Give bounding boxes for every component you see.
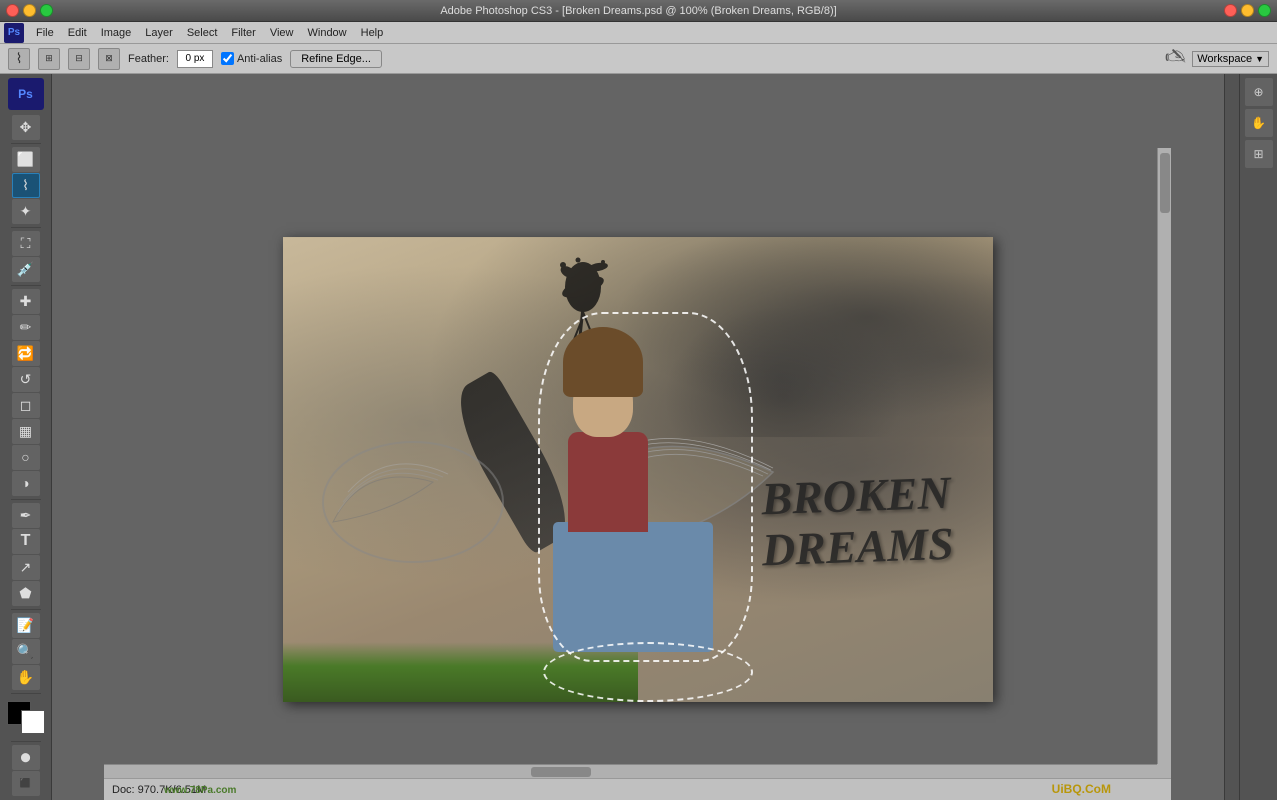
refine-edge-button[interactable]: Refine Edge... [290,50,382,68]
quick-mask-btn[interactable]: ⬤ [12,745,40,770]
win-max-button[interactable] [1258,4,1271,17]
lasso-options-icon[interactable]: ⌇ [8,48,30,70]
anti-alias-checkbox[interactable] [221,52,234,65]
win-min-button[interactable] [1241,4,1254,17]
menu-filter[interactable]: Filter [225,25,261,41]
anti-alias-label: Anti-alias [237,53,282,65]
toolbar-separator-2 [11,227,41,228]
win-close-button[interactable] [1224,4,1237,17]
toolbar-separator-5 [11,609,41,610]
panel-zoom-icon[interactable]: ⊕ [1245,78,1273,106]
workspace-chevron-icon: ▼ [1255,54,1264,64]
zoom-tool[interactable]: 🔍 [12,639,40,664]
menu-image[interactable]: Image [95,25,138,41]
title-bar-right-controls [1224,4,1271,17]
vertical-scroll-thumb[interactable] [1160,153,1170,213]
canvas-wrapper: BROKEN DREAMS [283,237,993,702]
ps-toolbar-logo: Ps [8,78,44,110]
background-color[interactable] [21,710,45,734]
hand-tool[interactable]: ✋ [12,665,40,690]
person-torso [568,432,648,532]
canvas-area[interactable]: BROKEN DREAMS Doc: 970.7K/6.51M www.78Pa… [52,74,1224,800]
vertical-scrollbar[interactable] [1157,148,1171,764]
menu-view[interactable]: View [264,25,300,41]
toolbar-separator-7 [11,741,41,742]
broken-dreams-text: BROKEN DREAMS [760,468,955,576]
left-toolbar: Ps ✥ ⬜ ⌇ ✦ ⛶ 💉 ✚ ✏ 🔁 ↺ ◻ ▦ ○ ◑ ✒ T ↗ ⬟ 📝… [0,74,52,800]
broken-text-line2: DREAMS [761,518,954,575]
menu-select[interactable]: Select [181,25,224,41]
menu-window[interactable]: Window [302,25,353,41]
broken-text-line1: BROKEN [760,468,953,525]
far-right-tools: ⊕ ✋ ⊞ [1239,74,1277,800]
blur-tool[interactable]: ○ [12,445,40,470]
lasso-add-icon[interactable]: ⊞ [38,48,60,70]
menu-bar: Ps File Edit Image Layer Select Filter V… [0,22,1277,44]
options-bar: ⌇ ⊞ ⊟ ⊠ Feather: Anti-alias Refine Edge.… [0,44,1277,74]
menu-layer[interactable]: Layer [139,25,179,41]
marquee-tool[interactable]: ⬜ [12,147,40,172]
workspace-section: 🖎 Workspace ▼ [1165,44,1269,74]
person-legs [553,522,713,652]
main-layout: Ps ✥ ⬜ ⌇ ✦ ⛶ 💉 ✚ ✏ 🔁 ↺ ◻ ▦ ○ ◑ ✒ T ↗ ⬟ 📝… [0,74,1277,800]
eraser-tool[interactable]: ◻ [12,393,40,418]
wing-left-svg [313,402,513,602]
workspace-dropdown[interactable]: Workspace ▼ [1192,51,1269,67]
history-brush-tool[interactable]: ↺ [12,367,40,392]
title-bar: Adobe Photoshop CS3 - [Broken Dreams.psd… [0,0,1277,22]
crop-tool[interactable]: ⛶ [12,231,40,256]
eyedropper-tool-icon[interactable]: 🖎 [1165,44,1186,74]
move-tool[interactable]: ✥ [12,115,40,140]
anti-alias-wrap: Anti-alias [221,52,282,65]
text-tool[interactable]: T [12,529,40,554]
maximize-button[interactable] [40,4,53,17]
path-select-tool[interactable]: ↗ [12,555,40,580]
ps-logo: Ps [4,23,24,43]
menu-edit[interactable]: Edit [62,25,93,41]
close-button[interactable] [6,4,19,17]
watermark-right: UiBQ.CoM [1052,782,1111,796]
shape-tool[interactable]: ⬟ [12,581,40,606]
canvas-image[interactable]: BROKEN DREAMS [283,237,993,702]
menu-file[interactable]: File [30,25,60,41]
person-figure [553,332,753,652]
clone-stamp-tool[interactable]: 🔁 [12,341,40,366]
right-scroll-panel [1224,74,1239,800]
eyedropper-tool[interactable]: 💉 [12,257,40,282]
minimize-button[interactable] [23,4,36,17]
lasso-intersect-icon[interactable]: ⊠ [98,48,120,70]
panel-hand-icon[interactable]: ✋ [1245,109,1273,137]
horizontal-scrollbar[interactable] [104,764,1171,778]
status-bar: Doc: 970.7K/6.51M www.78Pa.com UiBQ.CoM [104,778,1171,800]
watermark-left: www.78Pa.com [164,785,236,796]
quick-select-tool[interactable]: ✦ [12,199,40,224]
toolbar-separator-4 [11,499,41,500]
notes-tool[interactable]: 📝 [12,613,40,638]
title-bar-left-controls [6,4,53,17]
lasso-subtract-icon[interactable]: ⊟ [68,48,90,70]
brush-tool[interactable]: ✏ [12,315,40,340]
menu-help[interactable]: Help [355,25,390,41]
toolbar-separator-6 [11,693,41,694]
screen-mode-btn[interactable]: ⬛ [12,771,40,796]
toolbar-separator-3 [11,285,41,286]
horizontal-scroll-thumb[interactable] [531,767,591,777]
title-text: Adobe Photoshop CS3 - [Broken Dreams.psd… [440,5,836,17]
feather-input[interactable] [177,50,213,68]
panel-grid-icon[interactable]: ⊞ [1245,140,1273,168]
healing-brush-tool[interactable]: ✚ [12,289,40,314]
workspace-label: Workspace [1197,53,1252,65]
toolbar-separator-1 [11,143,41,144]
pen-tool[interactable]: ✒ [12,503,40,528]
color-swatches [7,701,45,735]
scroll-corner [1157,764,1171,778]
lasso-tool[interactable]: ⌇ [12,173,40,198]
feather-label: Feather: [128,53,169,65]
gradient-tool[interactable]: ▦ [12,419,40,444]
person-hair [563,327,643,397]
dodge-tool[interactable]: ◑ [12,471,40,496]
